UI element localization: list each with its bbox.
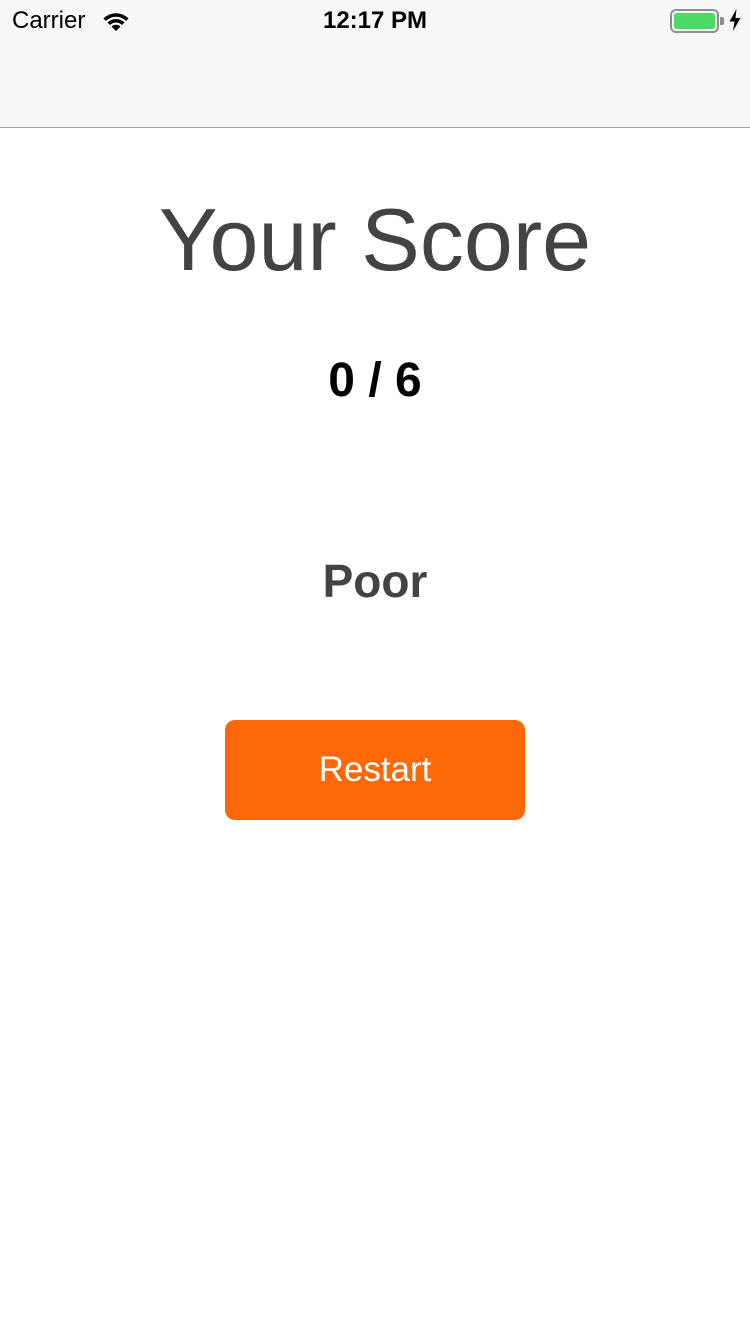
navigation-bar: Carrier 12:17 PM — [0, 0, 750, 128]
score-value: 0 / 6 — [328, 354, 422, 407]
battery-icon — [670, 9, 726, 33]
page-title: Your Score — [158, 190, 592, 289]
score-screen: Carrier 12:17 PM Your Score 0 / 6 Poor R… — [0, 0, 750, 1334]
charging-bolt-icon — [729, 9, 741, 31]
clock: 12:17 PM — [322, 7, 428, 34]
status-bar: Carrier 12:17 PM — [0, 0, 750, 40]
restart-button[interactable]: Restart — [225, 720, 525, 820]
score-rating: Poor — [322, 555, 428, 607]
